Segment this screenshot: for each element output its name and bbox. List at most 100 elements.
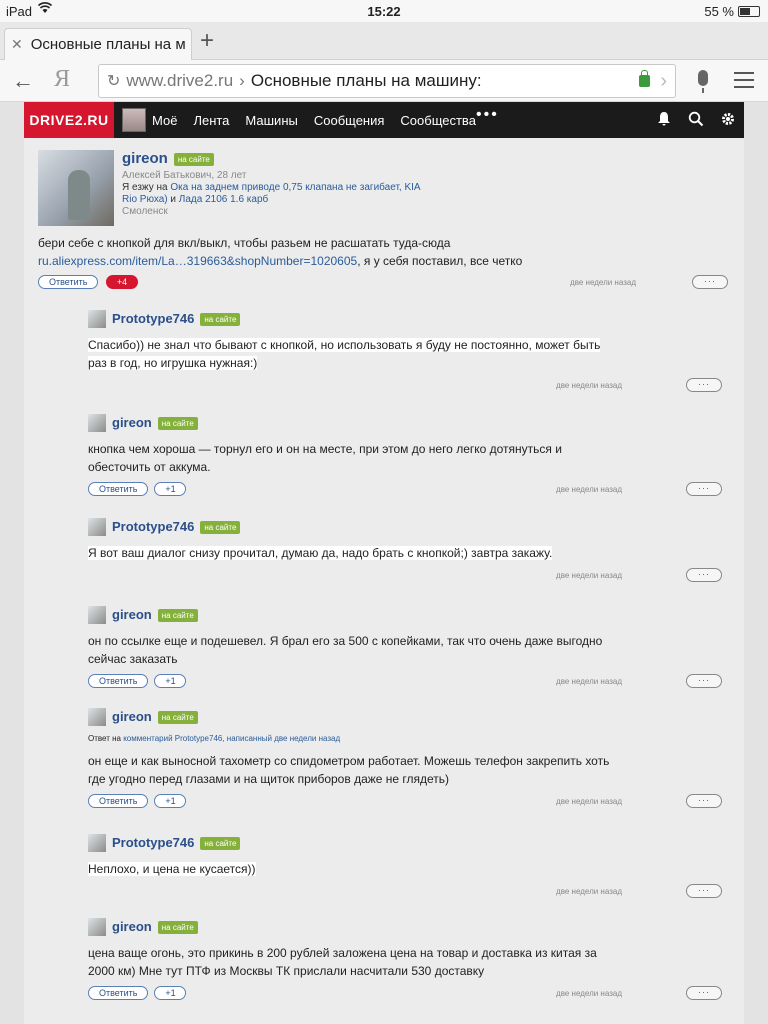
nav-item-communities[interactable]: Сообщества xyxy=(400,113,476,128)
reply-button[interactable]: Ответить xyxy=(88,674,149,688)
reply-line: Спасибо)) не знал что бывают с кнопкой, … xyxy=(88,336,688,354)
reply-avatar[interactable] xyxy=(88,518,106,536)
gear-icon[interactable] xyxy=(720,111,736,127)
site-header: DRIVE2.RU Моё Лента Машины Сообщения Соо… xyxy=(24,102,744,138)
tab-bar: ✕ Основные планы на ма + xyxy=(0,22,768,60)
reload-icon[interactable]: ↻ xyxy=(107,71,120,91)
reply-author: Prototype746 на сайте xyxy=(112,311,241,327)
reply-line-text: Спасибо)) не знал что бывают с кнопкой, … xyxy=(88,338,601,352)
reply-avatar[interactable] xyxy=(88,708,106,726)
close-tab-icon[interactable]: ✕ xyxy=(11,36,23,53)
plus-button[interactable]: +1 xyxy=(154,674,187,688)
reply-line: раз в год, но игрушка нужная:) xyxy=(88,354,688,372)
nav-item-cars[interactable]: Машины xyxy=(245,113,297,128)
plus-button[interactable]: +1 xyxy=(154,794,187,808)
more-options-button[interactable]: ··· xyxy=(686,674,722,688)
nav-item-messages[interactable]: Сообщения xyxy=(314,113,385,128)
site-logo[interactable]: DRIVE2.RU xyxy=(24,102,114,138)
reply-line: он еще и как выносной тахометр со спидом… xyxy=(88,752,688,770)
browser-tab[interactable]: ✕ Основные планы на ма xyxy=(4,28,192,60)
reply-time: две недели назад xyxy=(556,571,622,580)
nav-item-mine[interactable]: Моё xyxy=(152,113,177,128)
car-link-2[interactable]: Лада 2106 1.6 карб xyxy=(179,194,268,205)
nav-more-button[interactable]: ••• xyxy=(476,106,499,124)
reply-author: gireon на сайте xyxy=(112,709,198,725)
reply-author-link[interactable]: gireon xyxy=(112,919,152,934)
reply-line-text: он еще и как выносной тахометр со спидом… xyxy=(88,754,610,768)
reply-author-link[interactable]: gireon xyxy=(112,709,152,724)
reply-button[interactable]: Ответить xyxy=(88,794,149,808)
reply-actions: две недели назад ··· xyxy=(88,884,722,900)
reply-author-link[interactable]: gireon xyxy=(112,415,152,430)
browser-toolbar: ← Я ↻ www.drive2.ru › Основные планы на … xyxy=(0,60,768,102)
web-page: DRIVE2.RU Моё Лента Машины Сообщения Соо… xyxy=(0,102,768,1024)
more-options-button[interactable]: ··· xyxy=(686,794,722,808)
search-icon[interactable] xyxy=(688,111,704,127)
more-options-button[interactable]: ··· xyxy=(686,986,722,1000)
microphone-icon[interactable] xyxy=(698,70,708,93)
comments-area: gireon на сайте Алексей Батькович, 28 лет… xyxy=(24,138,744,1024)
reply-avatar[interactable] xyxy=(88,918,106,936)
reply-line: где угодно перед глазами и на щиток приб… xyxy=(88,770,688,788)
author-name-link[interactable]: gireon xyxy=(122,150,168,167)
plus-button[interactable]: +4 xyxy=(106,275,138,289)
author-photo[interactable] xyxy=(38,150,114,226)
new-tab-button[interactable]: + xyxy=(200,28,214,54)
more-options-button[interactable]: ··· xyxy=(686,884,722,898)
aliexpress-link[interactable]: ru.aliexpress.com/item/La…319663&shopNum… xyxy=(38,254,357,268)
more-options-button[interactable]: ··· xyxy=(686,482,722,496)
reply-text: он еще и как выносной тахометр со спидом… xyxy=(88,752,688,788)
plus-button[interactable]: +1 xyxy=(154,482,187,496)
more-options-button[interactable]: ··· xyxy=(692,275,728,289)
reply-button[interactable]: Ответить xyxy=(38,275,99,289)
battery-percent: 55 % xyxy=(704,4,734,19)
reply-line-text: Я вот ваш диалог снизу прочитал, думаю д… xyxy=(88,546,553,560)
reply-author-link[interactable]: Prototype746 xyxy=(112,311,194,326)
lock-icon xyxy=(639,70,651,87)
reply-line: Неплохо, и цена не кусается)) xyxy=(88,860,688,878)
reply-to-link[interactable]: комментарий Prototype746, написанный две… xyxy=(123,734,340,743)
reply-button[interactable]: Ответить xyxy=(88,986,149,1000)
reply-line-text: раз в год, но игрушка нужная:) xyxy=(88,356,258,370)
bell-icon[interactable] xyxy=(656,111,672,127)
author-city: Смоленск xyxy=(122,206,168,217)
reply-author: Prototype746 на сайте xyxy=(112,835,241,851)
menu-icon[interactable] xyxy=(734,72,754,93)
reply-avatar[interactable] xyxy=(88,606,106,624)
author-cars: Я езжу на Ока на заднем приводе 0,75 кла… xyxy=(122,182,422,206)
reply-actions: Ответить +1 две недели назад ··· xyxy=(88,674,722,690)
reply-avatar[interactable] xyxy=(88,414,106,432)
reply-buttons: Ответить +1 xyxy=(88,674,187,688)
yandex-logo-button[interactable]: Я xyxy=(54,66,70,93)
online-badge: на сайте xyxy=(157,417,198,431)
reply-author-link[interactable]: gireon xyxy=(112,607,152,622)
reply-line-text: Неплохо, и цена не кусается)) xyxy=(88,862,256,876)
and-text: и xyxy=(170,194,176,205)
comment-line-2: ru.aliexpress.com/item/La…319663&shopNum… xyxy=(38,252,728,270)
reply-line: цена ваще огонь, это прикинь в 200 рубле… xyxy=(88,944,688,962)
reply-line-text: сейчас заказать xyxy=(88,652,178,666)
reply-author: gireon на сайте xyxy=(112,415,198,431)
reply-buttons: Ответить +1 xyxy=(88,482,187,496)
reply-author-link[interactable]: Prototype746 xyxy=(112,835,194,850)
site-nav: Моё Лента Машины Сообщения Сообщества xyxy=(152,113,476,128)
user-avatar[interactable] xyxy=(122,108,146,132)
reply-time: две недели назад xyxy=(556,989,622,998)
plus-button[interactable]: +1 xyxy=(154,986,187,1000)
reply-button[interactable]: Ответить xyxy=(88,482,149,496)
reply-author-link[interactable]: Prototype746 xyxy=(112,519,194,534)
reply-avatar[interactable] xyxy=(88,310,106,328)
more-options-button[interactable]: ··· xyxy=(686,378,722,392)
reply-time: две недели назад xyxy=(556,381,622,390)
reply-line: он по ссылке еще и подешевел. Я брал его… xyxy=(88,632,688,650)
reply-buttons: Ответить +1 xyxy=(88,986,187,1000)
reply-line: 2000 км) Мне тут ПТФ из Москвы ТК присла… xyxy=(88,962,688,980)
more-options-button[interactable]: ··· xyxy=(686,568,722,582)
back-button[interactable]: ← xyxy=(12,68,34,94)
address-bar[interactable]: ↻ www.drive2.ru › Основные планы на маши… xyxy=(98,64,676,98)
online-badge: на сайте xyxy=(200,837,241,851)
nav-item-feed[interactable]: Лента xyxy=(193,113,229,128)
reply-text: Я вот ваш диалог снизу прочитал, думаю д… xyxy=(88,544,688,562)
reply-avatar[interactable] xyxy=(88,834,106,852)
url-separator: › xyxy=(239,71,245,90)
